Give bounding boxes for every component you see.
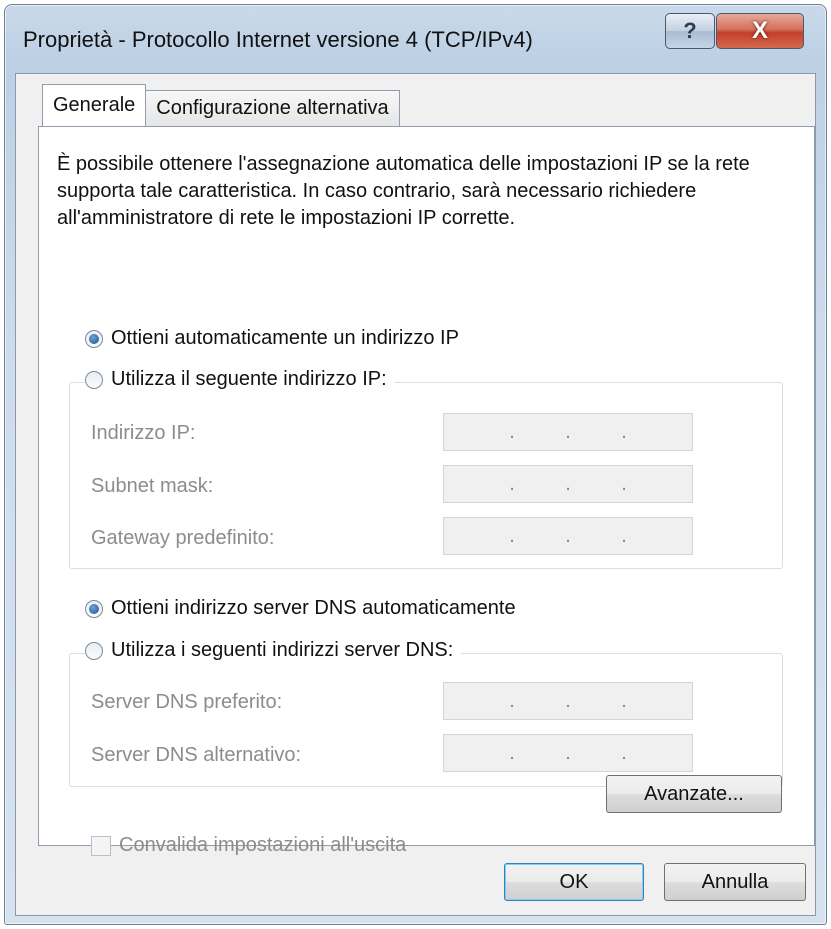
ip-separator: . [621,690,627,712]
tab-generale[interactable]: Generale [42,84,147,126]
radio-dns-auto-label: Ottieni indirizzo server DNS automaticam… [111,597,516,619]
close-button[interactable]: X [716,13,804,49]
gateway-label: Gateway predefinito: [91,527,275,549]
ip-separator: . [621,525,627,547]
description-text: È possibile ottenere l'assegnazione auto… [57,153,750,229]
radio-ip-auto[interactable]: Ottieni automaticamente un indirizzo IP [85,327,467,350]
radio-button-icon [85,370,103,389]
help-button[interactable]: ? [665,13,715,49]
ip-separator: . [509,473,515,495]
radio-dns-manual[interactable]: Utilizza i seguenti indirizzi server DNS… [85,639,462,662]
title-bar[interactable]: Proprietà - Protocollo Internet versione… [5,5,826,75]
subnet-mask-label: Subnet mask: [91,475,214,497]
advanced-button[interactable]: Avanzate... [606,775,782,813]
radio-ip-manual[interactable]: Utilizza il seguente indirizzo IP: [85,368,395,391]
gateway-input: ... [443,517,693,555]
radio-selected-dot [89,333,99,344]
radio-button-icon [85,641,103,660]
ip-separator: . [509,421,515,443]
validate-settings-checkbox: Convalida impostazioni all'uscita [91,834,406,857]
dialog-client-area: Generale Configurazione alternativa È po… [15,73,816,916]
close-icon: X [751,17,768,44]
dns-alternate-label: Server DNS alternativo: [91,744,302,766]
ok-button[interactable]: OK [504,863,644,901]
help-icon: ? [683,18,697,43]
ip-separator: . [565,690,571,712]
ip-separator: . [509,690,515,712]
ip-address-input: ... [443,413,693,451]
tab-configurazione-alternativa[interactable]: Configurazione alternativa [145,90,400,126]
ip-separator: . [565,525,571,547]
window-title: Proprietà - Protocollo Internet versione… [23,27,533,52]
radio-button-icon [85,329,103,348]
ip-separator: . [621,473,627,495]
subnet-mask-input: ... [443,465,693,503]
ip-separator: . [509,742,515,764]
ip-separator: . [621,421,627,443]
ip-separator: . [565,742,571,764]
dialog-window: Proprietà - Protocollo Internet versione… [4,4,827,925]
radio-selected-dot [89,603,99,614]
radio-button-icon [85,599,103,618]
tab-panel-generale: È possibile ottenere l'assegnazione auto… [38,126,815,856]
radio-ip-manual-label: Utilizza il seguente indirizzo IP: [111,368,387,390]
cancel-button[interactable]: Annulla [664,863,806,901]
ip-separator: . [621,742,627,764]
ip-separator: . [565,473,571,495]
dns-preferred-input: ... [443,682,693,720]
checkbox-box [91,835,111,856]
validate-settings-label: Convalida impostazioni all'uscita [119,834,407,856]
ip-separator: . [509,525,515,547]
radio-dns-manual-label: Utilizza i seguenti indirizzi server DNS… [111,639,454,661]
radio-dns-auto[interactable]: Ottieni indirizzo server DNS automaticam… [85,597,524,620]
ip-separator: . [565,421,571,443]
radio-ip-auto-label: Ottieni automaticamente un indirizzo IP [111,327,459,349]
ip-address-label: Indirizzo IP: [91,422,196,444]
dns-alternate-input: ... [443,734,693,772]
tab-strip: Generale Configurazione alternativa [42,84,400,126]
dns-preferred-label: Server DNS preferito: [91,691,283,713]
